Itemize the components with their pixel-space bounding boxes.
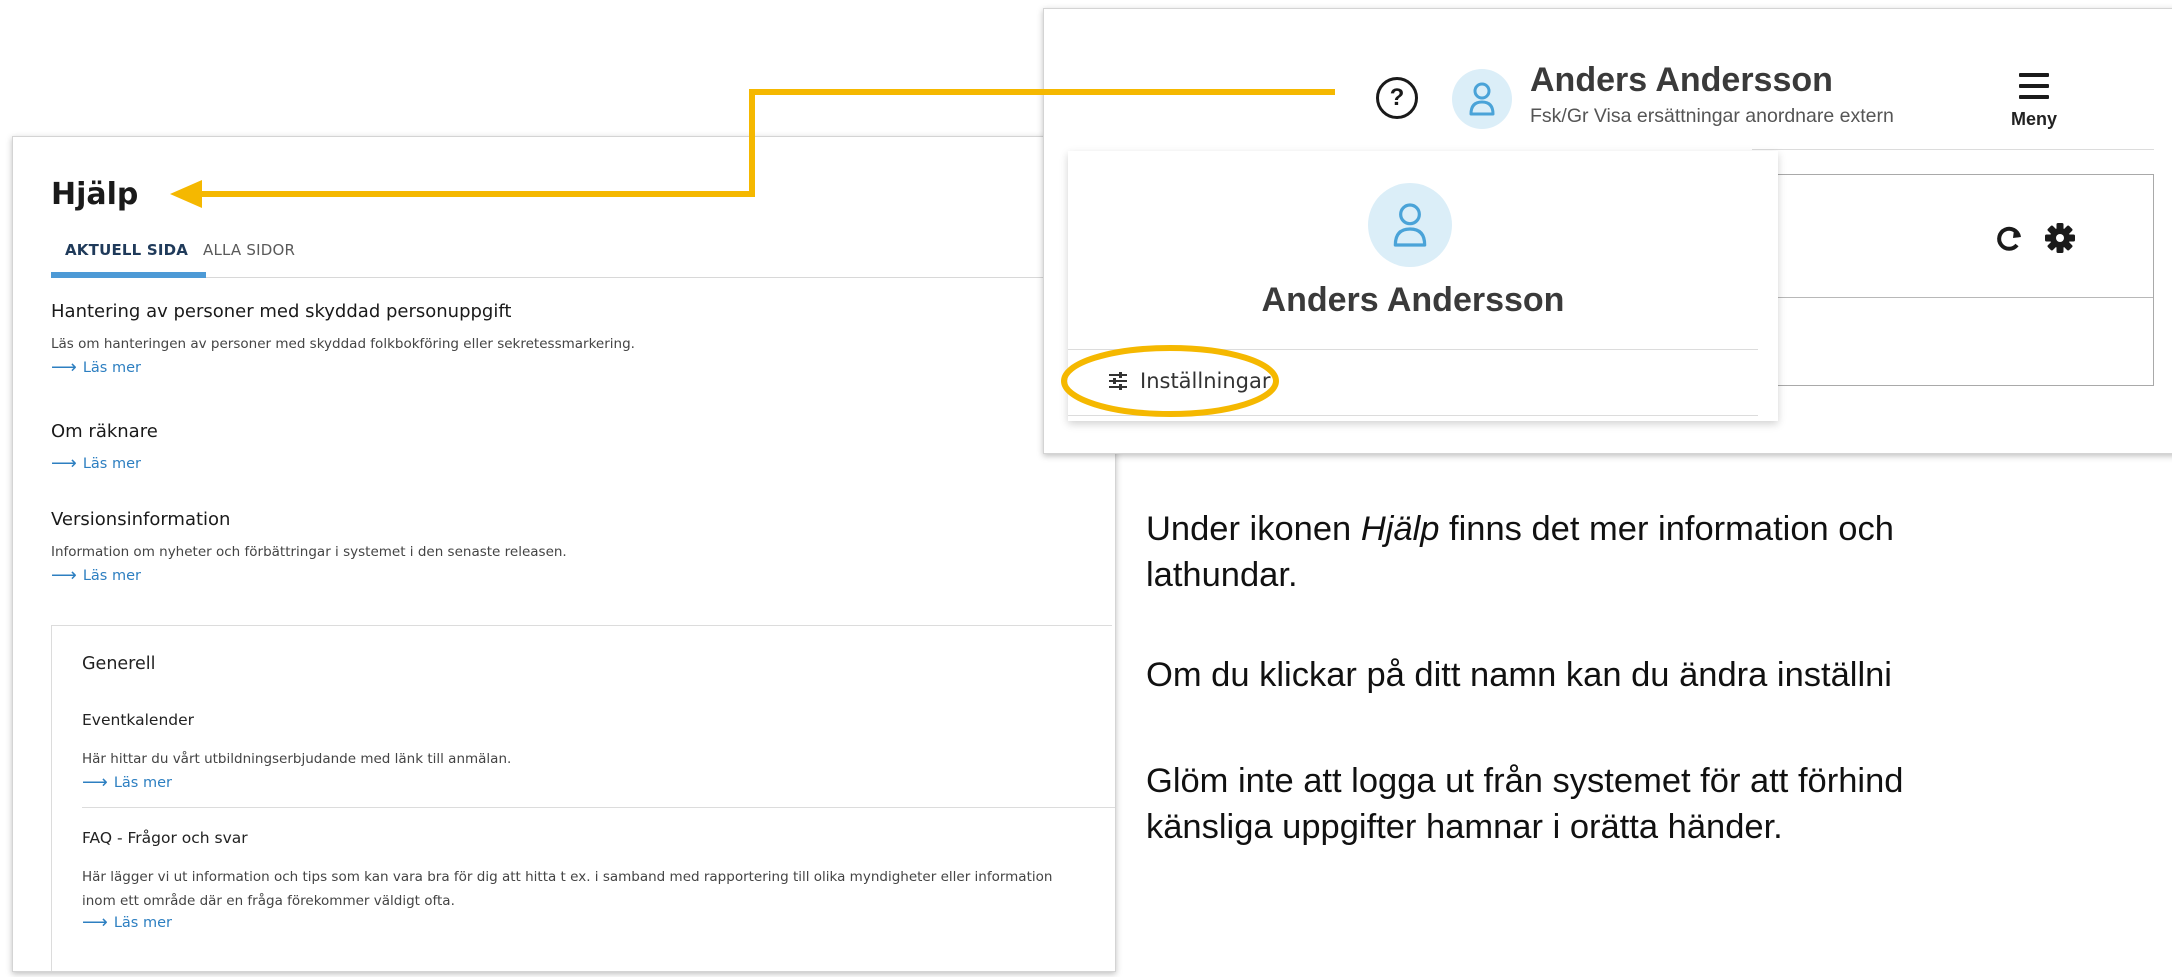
section-title: Om räknare [51,421,158,442]
refresh-icon[interactable] [1993,223,2025,255]
divider [1068,415,1758,416]
body-paragraph-1: Under ikonen Hjälp finns det mer informa… [1146,510,1894,548]
arrow-right-icon: ⟶ [51,453,77,474]
read-more-link[interactable]: ⟶ Läs mer [51,453,158,474]
settings-label: Inställningar [1140,369,1271,393]
sliders-icon [1109,372,1127,390]
section-description: Läs om hanteringen av personer med skydd… [51,336,635,352]
tab-current-page[interactable]: AKTUELL SIDA [51,241,207,278]
user-avatar[interactable] [1452,69,1512,129]
divider [1068,349,1758,350]
user-name[interactable]: Anders Andersson [1530,61,1833,100]
item-title: FAQ - Frågor och svar [82,829,248,847]
general-title: Generell [82,654,156,674]
user-icon [1393,203,1427,247]
tab-all-pages[interactable]: ALLA SIDOR [203,241,295,259]
arrow-right-icon: ⟶ [51,357,77,378]
read-more-label: Läs mer [82,360,141,376]
dropdown-user-name: Anders Andersson [1261,281,1565,319]
arrow-right-icon: ⟶ [51,565,77,586]
user-role: Fsk/Gr Visa ersättningar anordnare exter… [1530,105,1894,127]
gear-icon[interactable] [2043,221,2077,255]
arrow-right-icon: ⟶ [82,912,108,933]
user-dropdown: Anders Andersson Inställningar [1068,151,1778,421]
section-version-info: Versionsinformation Information om nyhet… [51,509,567,586]
faq-item: FAQ - Frågor och svar Här lägger vi ut i… [82,829,1082,933]
content-card [1752,174,2154,386]
read-more-link[interactable]: ⟶ Läs mer [51,357,635,378]
read-more-label: Läs mer [113,915,172,931]
user-icon [1469,82,1495,116]
help-title: Hjälp [51,177,139,212]
arrow-right-icon: ⟶ [82,772,108,793]
section-protected-data: Hantering av personer med skyddad person… [51,301,635,378]
divider [82,807,1115,808]
read-more-link[interactable]: ⟶ Läs mer [82,772,1082,793]
read-more-label: Läs mer [82,456,141,472]
divider [1752,149,2154,150]
section-title: Hantering av personer med skyddad person… [51,301,512,322]
body-paragraph-1-line2: lathundar. [1146,556,1298,594]
section-description: Information om nyheter och förbättringar… [51,544,567,560]
section-title: Versionsinformation [51,509,231,530]
body-paragraph-3: Glöm inte att logga ut från systemet för… [1146,762,1904,800]
read-more-label: Läs mer [82,568,141,584]
divider [1753,297,2153,298]
read-more-label: Läs mer [113,775,172,791]
item-description: Här hittar du vårt utbildningserbjudande… [82,751,512,767]
help-icon[interactable]: ? [1376,77,1418,119]
read-more-link[interactable]: ⟶ Läs mer [82,912,1082,933]
menu-button[interactable]: Meny [2006,67,2062,137]
settings-menu-item[interactable]: Inställningar [1108,369,1271,393]
user-avatar-large [1368,183,1452,267]
general-section: Generell Eventkalender Här hittar du vår… [51,625,1115,971]
section-counters: Om räknare ⟶ Läs mer [51,421,158,474]
body-paragraph-2: Om du klickar på ditt namn kan du ändra … [1146,656,1892,694]
header-panel: ? Anders Andersson Fsk/Gr Visa ersättnin… [1043,8,2172,454]
event-calendar-item: Eventkalender Här hittar du vårt utbildn… [82,711,1082,793]
help-tabs: AKTUELL SIDA ALLA SIDOR [51,241,1111,278]
help-panel: Hjälp AKTUELL SIDA ALLA SIDOR Hantering … [12,136,1116,972]
body-paragraph-3-line2: känsliga uppgifter hamnar i orätta hände… [1146,808,1783,846]
item-title: Eventkalender [82,711,195,729]
read-more-link[interactable]: ⟶ Läs mer [51,565,567,586]
item-description: Här lägger vi ut information och tips so… [82,869,1053,909]
hamburger-icon [2019,73,2049,99]
menu-label: Meny [2010,109,2057,129]
